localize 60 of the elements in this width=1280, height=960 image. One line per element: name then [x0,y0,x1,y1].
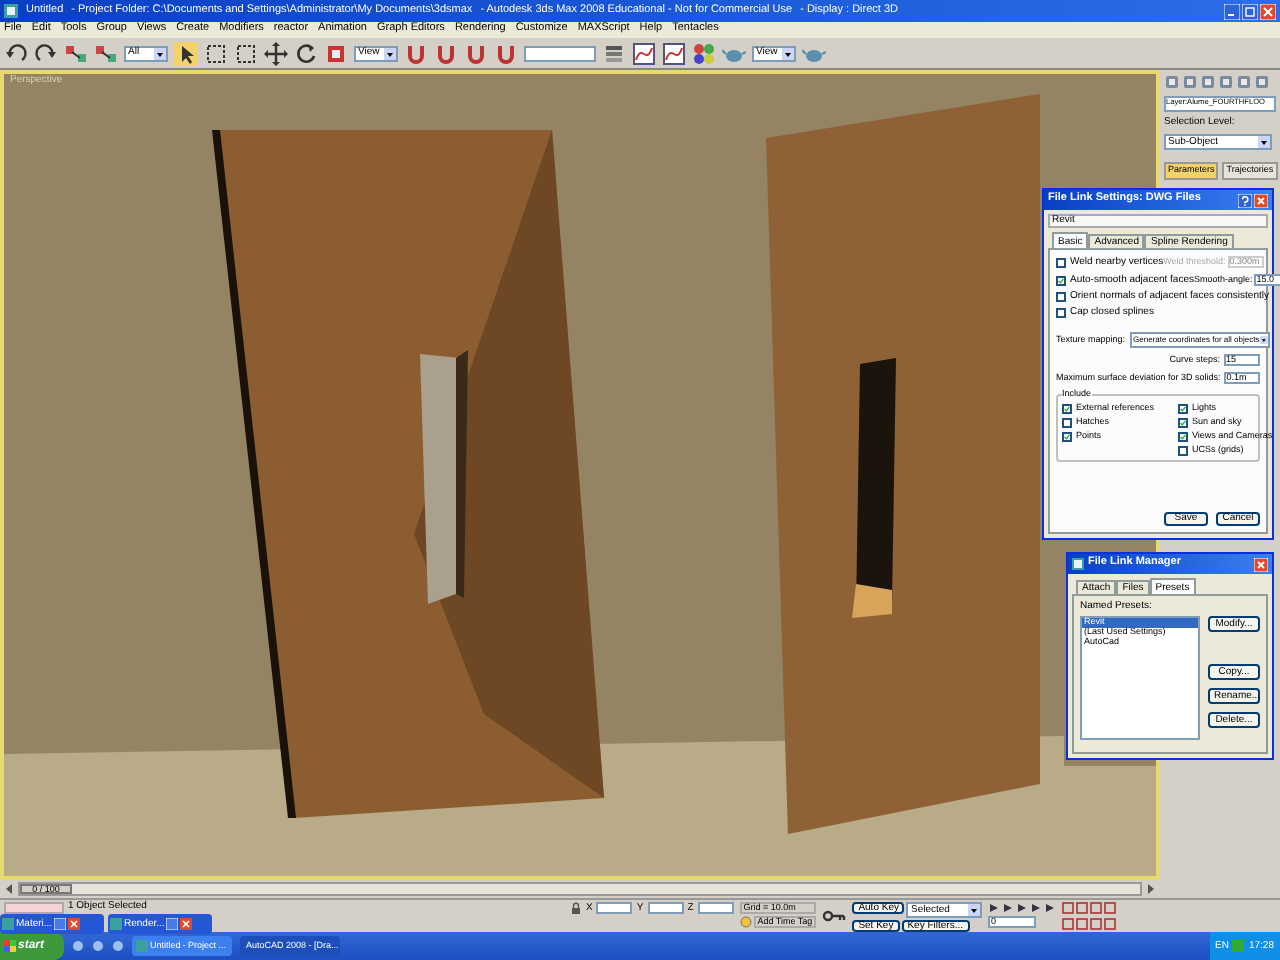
move-icon[interactable] [264,41,288,65]
link-icon[interactable] [64,41,88,65]
dropdown-arrow-icon[interactable] [1258,136,1270,148]
checkmark-icon [1058,275,1064,285]
checkbox[interactable] [1178,418,1188,428]
app-icon [1072,558,1084,570]
magnet-icon[interactable] [434,41,458,65]
close-icon[interactable] [1260,3,1276,19]
material-spheres-icon[interactable] [692,41,716,65]
close-icon[interactable] [68,918,81,930]
checkbox[interactable] [1056,308,1066,318]
dropdown-arrow-icon[interactable] [154,47,166,59]
selection-region-icon[interactable] [204,41,228,65]
app-icon [4,4,18,18]
checkbox[interactable] [1056,275,1066,285]
dropdown-arrow-icon[interactable] [384,47,396,59]
dropdown-arrow-icon[interactable] [782,47,794,59]
app-icon [110,918,122,930]
checkbox[interactable] [1062,404,1072,414]
dropdown-arrow-icon[interactable] [968,904,981,916]
z-coordinate-field[interactable] [697,902,734,914]
previous-arrow-icon[interactable] [4,882,14,896]
next-arrow-icon[interactable] [1146,882,1156,896]
close-icon[interactable] [180,918,193,930]
curve-editor-icon[interactable] [632,41,656,65]
checkmark-icon [1064,432,1070,442]
redo-icon[interactable] [34,41,58,65]
lock-icon[interactable] [570,902,582,914]
magnet-icon[interactable] [404,41,428,65]
layers-icon[interactable] [602,41,626,65]
app-icon [2,918,14,930]
checkbox[interactable] [1062,418,1072,428]
checkmark-icon [1064,404,1070,414]
magnet-icon[interactable] [464,41,488,65]
checkbox[interactable] [1178,446,1188,456]
close-icon[interactable] [1254,193,1268,207]
scale-icon[interactable] [324,41,348,65]
cursor-icon[interactable] [174,41,198,65]
restore-icon[interactable] [1242,3,1258,19]
checkbox[interactable] [1056,292,1066,302]
dropdown-arrow-icon[interactable] [1259,334,1268,346]
link-icon[interactable] [94,41,118,65]
checkbox[interactable] [1056,257,1066,267]
close-icon[interactable] [1254,557,1268,571]
help-icon[interactable] [1238,193,1252,207]
app-icon [136,940,148,952]
checkbox[interactable] [1178,404,1188,414]
y-coordinate-field[interactable] [647,902,684,914]
script-listener-field[interactable] [4,902,64,914]
minimize-icon[interactable] [1224,3,1240,19]
undo-icon[interactable] [4,41,28,65]
curve-editor-icon[interactable] [662,41,686,65]
selection-region-icon[interactable] [234,41,258,65]
checkbox[interactable] [1062,432,1072,442]
rotate-icon[interactable] [294,41,318,65]
magnet-icon[interactable] [494,41,518,65]
checkbox[interactable] [1178,432,1188,442]
selection-set-field[interactable] [524,45,596,61]
windows-logo-icon [4,940,16,952]
x-coordinate-field[interactable] [596,902,633,914]
